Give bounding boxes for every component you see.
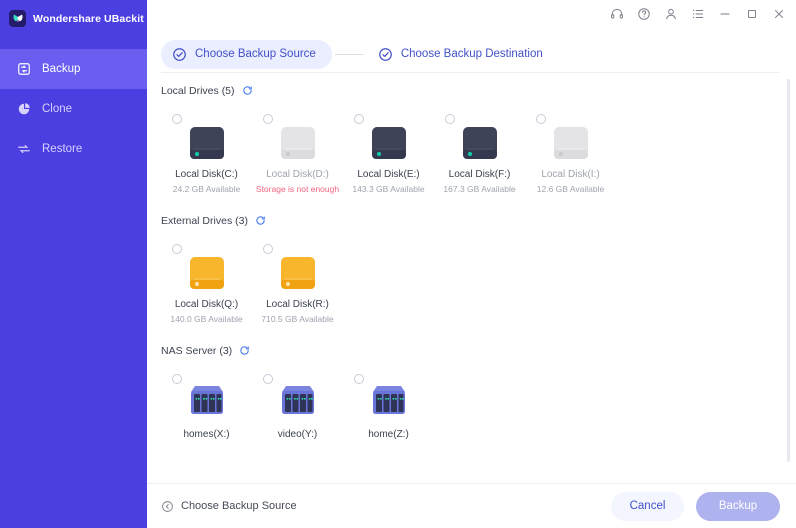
refresh-icon[interactable] bbox=[242, 85, 253, 96]
nas-server-icon bbox=[183, 375, 231, 423]
back-to-choose-backup-source[interactable]: Choose Backup Source bbox=[161, 500, 297, 513]
backup-button[interactable]: Backup bbox=[696, 491, 780, 521]
sidebar-item-label: Backup bbox=[42, 63, 81, 75]
step-label: Choose Backup Destination bbox=[400, 48, 543, 60]
drive-card-nas-video-y[interactable]: video(Y:) bbox=[252, 371, 343, 444]
drive-name: Local Disk(Q:) bbox=[174, 299, 239, 310]
sidebar: Wondershare UBackit Backup Clone Restore bbox=[0, 0, 147, 528]
sidebar-item-backup[interactable]: Backup bbox=[0, 49, 147, 89]
section-header-external-drives: External Drives (3) bbox=[161, 212, 796, 229]
menu-list-icon[interactable] bbox=[690, 7, 705, 22]
drive-card-local-f[interactable]: Local Disk(F:) 167.3 GB Available bbox=[434, 111, 525, 194]
external-drive-icon bbox=[275, 245, 321, 293]
hard-drive-icon bbox=[275, 115, 321, 163]
drive-name: homes(X:) bbox=[183, 429, 230, 440]
main-panel: Choose Backup Source Choose Backup Desti… bbox=[147, 0, 796, 528]
vertical-scrollbar[interactable] bbox=[787, 79, 790, 462]
drive-name: Local Disk(D:) bbox=[266, 169, 329, 180]
step-label: Choose Backup Source bbox=[195, 48, 316, 60]
drive-capacity: 167.3 GB Available bbox=[443, 184, 516, 194]
back-label: Choose Backup Source bbox=[181, 500, 297, 512]
maximize-icon[interactable] bbox=[744, 7, 759, 22]
drive-card-local-i[interactable]: Local Disk(I:) 12.6 GB Available bbox=[525, 111, 616, 194]
sidebar-item-restore[interactable]: Restore bbox=[0, 129, 147, 169]
drive-radio[interactable] bbox=[263, 244, 273, 254]
clone-icon bbox=[16, 102, 31, 117]
refresh-icon[interactable] bbox=[239, 345, 250, 356]
check-circle-icon bbox=[172, 47, 187, 62]
close-icon[interactable] bbox=[771, 7, 786, 22]
stepper: Choose Backup Source Choose Backup Desti… bbox=[147, 28, 796, 72]
section-title: External Drives (3) bbox=[161, 214, 248, 227]
drive-card-nas-homes-x[interactable]: homes(X:) bbox=[161, 371, 252, 444]
nas-server-icon bbox=[365, 375, 413, 423]
drive-radio[interactable] bbox=[172, 114, 182, 124]
sidebar-item-label: Clone bbox=[42, 103, 73, 115]
ubackit-window: Wondershare UBackit Backup Clone Restore… bbox=[0, 0, 796, 528]
hard-drive-icon bbox=[184, 115, 230, 163]
drive-radio[interactable] bbox=[172, 374, 182, 384]
drive-name: Local Disk(E:) bbox=[357, 169, 420, 180]
section-title: NAS Server (3) bbox=[161, 344, 233, 357]
drive-name: Local Disk(F:) bbox=[448, 169, 511, 180]
stepper-connector bbox=[334, 53, 364, 55]
step-choose-backup-source[interactable]: Choose Backup Source bbox=[161, 39, 332, 69]
nas-server-icon bbox=[274, 375, 322, 423]
drive-capacity: 710.5 GB Available bbox=[261, 314, 334, 324]
drive-capacity: 24.2 GB Available bbox=[172, 184, 241, 194]
drive-list-scroll-area[interactable]: Local Drives (5) Local Disk(C:) 24.2 GB … bbox=[147, 73, 796, 483]
drive-card-nas-home-z[interactable]: home(Z:) bbox=[343, 371, 434, 444]
drive-card-external-q[interactable]: Local Disk(Q:) 140.0 GB Available bbox=[161, 241, 252, 324]
brand-title: Wondershare UBackit bbox=[33, 12, 144, 25]
drive-card-external-r[interactable]: Local Disk(R:) 710.5 GB Available bbox=[252, 241, 343, 324]
drive-name: Local Disk(C:) bbox=[175, 169, 238, 180]
minimize-icon[interactable] bbox=[717, 7, 732, 22]
drive-capacity: 143.3 GB Available bbox=[352, 184, 425, 194]
local-drives-row: Local Disk(C:) 24.2 GB Available Local D… bbox=[161, 101, 796, 194]
step-choose-backup-destination[interactable]: Choose Backup Destination bbox=[367, 40, 559, 69]
cancel-button[interactable]: Cancel bbox=[611, 491, 684, 521]
drive-capacity: Storage is not enough bbox=[255, 184, 340, 194]
brand: Wondershare UBackit bbox=[0, 0, 147, 30]
hard-drive-icon bbox=[457, 115, 503, 163]
external-drive-icon bbox=[184, 245, 230, 293]
nas-servers-row: homes(X:) video(Y:) home(Z:) bbox=[161, 361, 796, 444]
hard-drive-icon bbox=[548, 115, 594, 163]
drive-capacity: 140.0 GB Available bbox=[170, 314, 243, 324]
butterfly-logo-icon bbox=[9, 10, 26, 27]
refresh-icon[interactable] bbox=[255, 215, 266, 226]
drive-radio[interactable] bbox=[536, 114, 546, 124]
drive-radio[interactable] bbox=[263, 374, 273, 384]
restore-icon bbox=[16, 142, 31, 157]
drive-name: video(Y:) bbox=[277, 429, 318, 440]
sidebar-nav: Backup Clone Restore bbox=[0, 49, 147, 169]
titlebar bbox=[147, 0, 796, 28]
hard-drive-icon bbox=[366, 115, 412, 163]
drive-radio[interactable] bbox=[445, 114, 455, 124]
drive-name: Local Disk(R:) bbox=[266, 299, 329, 310]
drive-name: Local Disk(I:) bbox=[541, 169, 600, 180]
user-account-icon[interactable] bbox=[663, 7, 678, 22]
footer-bar: Choose Backup Source Cancel Backup bbox=[147, 483, 796, 528]
drive-name: home(Z:) bbox=[368, 429, 409, 440]
drive-radio[interactable] bbox=[172, 244, 182, 254]
help-question-icon[interactable] bbox=[636, 7, 651, 22]
section-title: Local Drives (5) bbox=[161, 84, 235, 97]
sidebar-item-label: Restore bbox=[42, 143, 83, 155]
section-header-nas-server: NAS Server (3) bbox=[161, 342, 796, 359]
check-circle-icon bbox=[378, 47, 393, 62]
external-drives-row: Local Disk(Q:) 140.0 GB Available Local … bbox=[161, 231, 796, 324]
drive-card-local-c[interactable]: Local Disk(C:) 24.2 GB Available bbox=[161, 111, 252, 194]
drive-card-local-e[interactable]: Local Disk(E:) 143.3 GB Available bbox=[343, 111, 434, 194]
sidebar-item-clone[interactable]: Clone bbox=[0, 89, 147, 129]
drive-card-local-d[interactable]: Local Disk(D:) Storage is not enough bbox=[252, 111, 343, 194]
drive-radio[interactable] bbox=[354, 114, 364, 124]
section-header-local-drives: Local Drives (5) bbox=[161, 82, 796, 99]
backup-icon bbox=[16, 62, 31, 77]
headset-support-icon[interactable] bbox=[609, 7, 624, 22]
drive-capacity: 12.6 GB Available bbox=[536, 184, 605, 194]
drive-radio[interactable] bbox=[354, 374, 364, 384]
drive-radio[interactable] bbox=[263, 114, 273, 124]
chevron-left-circle-icon bbox=[161, 500, 174, 513]
